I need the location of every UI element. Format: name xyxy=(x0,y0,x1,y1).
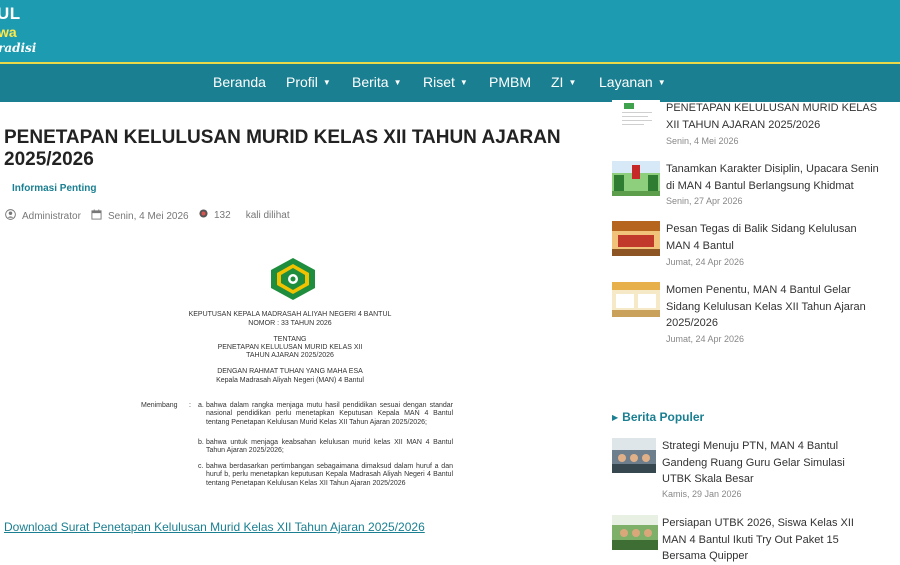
post-title[interactable]: Tanamkan Karakter Disiplin, Upacara Seni… xyxy=(666,161,880,194)
point-text: bahwa dalam rangka menjaga mutu hasil pe… xyxy=(206,402,453,426)
post-date: Senin, 4 Mei 2026 xyxy=(666,136,739,146)
nav-item-berita[interactable]: Berita ▼ xyxy=(352,74,402,90)
considering-colon: : xyxy=(189,402,191,409)
nav-item-label: Riset xyxy=(423,74,455,90)
post-thumbnail[interactable] xyxy=(612,161,660,196)
document-preamble-line: DENGAN RAHMAT TUHAN YANG MAHA ESA xyxy=(217,368,363,375)
post-title[interactable]: PENETAPAN KELULUSAN MURID KELAS XII TAHU… xyxy=(666,100,880,133)
post-date: Senin, 27 Apr 2026 xyxy=(666,196,743,206)
view-count: 132 xyxy=(214,209,231,221)
article-views: 132 kali dilihat xyxy=(199,209,290,221)
post-title[interactable]: Strategi Menuju PTN, MAN 4 Bantul Ganden… xyxy=(662,438,876,488)
post-thumbnail[interactable] xyxy=(612,282,660,317)
decree-document-image: KEPUTUSAN KEPALA MADRASAH ALIYAH NEGERI … xyxy=(130,252,460,502)
brand-tagline: wa xyxy=(0,24,17,40)
nav-item-layanan[interactable]: Layanan ▼ xyxy=(599,74,666,90)
download-decree-link[interactable]: Download Surat Penetapan Kelulusan Murid… xyxy=(4,520,425,534)
nav-item-riset[interactable]: Riset ▼ xyxy=(423,74,468,90)
calendar-icon xyxy=(91,209,102,223)
considering-point-b: b. bahwa untuk menjaga keabsahan kelulus… xyxy=(198,439,453,456)
popular-news-heading-label: Berita Populer xyxy=(622,410,705,424)
post-date: Jumat, 24 Apr 2026 xyxy=(666,334,745,344)
article-title: PENETAPAN KELULUSAN MURID KELAS XII TAHU… xyxy=(4,127,561,170)
brand-name[interactable]: UL xyxy=(0,4,21,24)
caret-down-icon: ▼ xyxy=(568,78,577,87)
eye-icon xyxy=(199,209,208,221)
post-thumbnail[interactable] xyxy=(612,221,660,256)
article-author: Administrator xyxy=(5,209,81,223)
post-thumbnail[interactable] xyxy=(612,515,658,550)
post-title[interactable]: Momen Penentu, MAN 4 Bantul Gelar Sidang… xyxy=(666,282,880,332)
nav-item-pmbm[interactable]: PMBM xyxy=(489,74,531,90)
document-number: NOMOR : 33 TAHUN 2026 xyxy=(248,320,332,327)
document-heading: KEPUTUSAN KEPALA MADRASAH ALIYAH NEGERI … xyxy=(175,310,405,328)
document-subject-year: TAHUN AJARAN 2025/2026 xyxy=(246,352,334,359)
point-label: b. xyxy=(198,439,204,446)
document-subject-line: PENETAPAN KELULUSAN MURID KELAS XII xyxy=(217,344,363,351)
article-category[interactable]: Informasi Penting xyxy=(12,183,96,194)
caret-down-icon: ▼ xyxy=(322,78,331,87)
nav-item-label: Layanan xyxy=(599,74,653,90)
considering-label: Menimbang xyxy=(141,402,178,409)
nav-item-zi[interactable]: ZI ▼ xyxy=(551,74,576,90)
post-title[interactable]: Persiapan UTBK 2026, Siswa Kelas XII MAN… xyxy=(662,515,876,565)
post-title[interactable]: Pesan Tegas di Balik Sidang Kelulusan MA… xyxy=(666,221,880,254)
considering-point-c: c. bahwa berdasarkan pertimbangan sebaga… xyxy=(198,463,453,488)
user-circle-icon xyxy=(5,209,16,223)
caret-down-icon: ▼ xyxy=(393,78,402,87)
nav-item-label: Profil xyxy=(286,74,318,90)
nav-item-profil[interactable]: Profil ▼ xyxy=(286,74,331,90)
document-subject: TENTANG PENETAPAN KELULUSAN MURID KELAS … xyxy=(175,336,405,360)
document-issuer: Kepala Madrasah Aliyah Negeri (MAN) 4 Ba… xyxy=(216,377,364,384)
popular-news-heading: ▶ Berita Populer xyxy=(612,410,704,424)
document-heading-line: KEPUTUSAN KEPALA MADRASAH ALIYAH NEGERI … xyxy=(188,311,392,318)
site-header: UL wa radisi xyxy=(0,0,900,62)
point-label: a. xyxy=(198,402,204,409)
brand-motto: radisi xyxy=(0,41,37,55)
date-text: Senin, 4 Mei 2026 xyxy=(108,210,189,222)
post-thumbnail[interactable] xyxy=(612,438,656,473)
nav-item-label: Berita xyxy=(352,74,389,90)
document-preamble: DENGAN RAHMAT TUHAN YANG MAHA ESA Kepala… xyxy=(175,367,405,385)
point-label: c. xyxy=(198,463,204,470)
post-date: Kamis, 29 Jan 2026 xyxy=(662,489,742,499)
nav-item-label: Beranda xyxy=(213,74,266,90)
nav-item-label: PMBM xyxy=(489,74,531,90)
main-nav: Beranda Profil ▼ Berita ▼ Riset ▼ PMBM ZI ▼ … xyxy=(0,64,900,102)
nav-item-label: ZI xyxy=(551,74,564,90)
document-about-label: TENTANG xyxy=(273,336,307,343)
point-text: bahwa untuk menjaga keabsahan kelulusan … xyxy=(206,439,453,455)
caret-down-icon: ▼ xyxy=(657,78,666,87)
article-date: Senin, 4 Mei 2026 xyxy=(91,209,189,223)
caret-down-icon: ▼ xyxy=(459,78,468,87)
point-text: bahwa berdasarkan pertimbangan sebagaima… xyxy=(206,463,453,487)
author-name: Administrator xyxy=(22,210,81,222)
post-date: Jumat, 24 Apr 2026 xyxy=(666,257,745,267)
ministry-emblem-icon xyxy=(268,257,318,301)
triangle-right-icon: ▶ xyxy=(612,413,619,422)
post-thumbnail[interactable] xyxy=(612,100,660,135)
considering-point-a: a. bahwa dalam rangka menjaga mutu hasil… xyxy=(198,402,453,427)
view-count-suffix: kali dilihat xyxy=(245,209,290,221)
nav-item-beranda[interactable]: Beranda xyxy=(213,74,266,90)
